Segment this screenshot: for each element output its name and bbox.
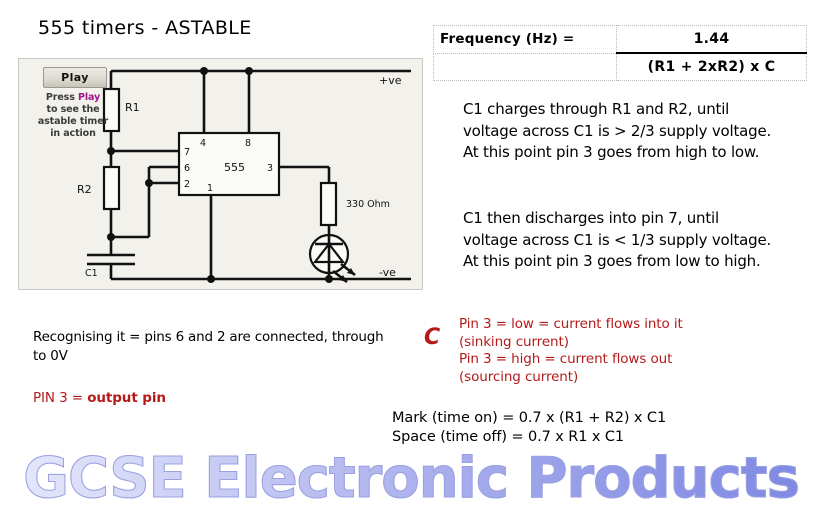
- led-resistor-label: 330 Ohm: [346, 199, 390, 210]
- circuit-simulation-panel: R1 R2 C1 330 Ohm 4 8 7 6 2 3 1 555 +ve -…: [18, 58, 423, 290]
- sim-hint-play-emphasis: Play: [77, 92, 101, 103]
- pin3-note-emphasis: output pin: [87, 390, 166, 406]
- pin3-note-prefix: PIN 3 =: [33, 390, 88, 406]
- current-direction-note: Pin 3 = low = current flows into it (sin…: [459, 316, 809, 386]
- recognising-note-line-2: to 0V: [33, 348, 68, 364]
- positive-rail-label: +ve: [379, 74, 402, 87]
- pin4-label: 4: [200, 138, 206, 149]
- formula-row-numerator: Frequency (Hz) = 1.44: [433, 25, 807, 54]
- formula-denominator: (R1 + 2xR2) x C: [616, 52, 807, 81]
- current-direction-line-1: Pin 3 = low = current flows into it: [459, 316, 683, 332]
- play-button[interactable]: Play: [43, 67, 107, 88]
- recognising-note: Recognising it = pins 6 and 2 are connec…: [33, 328, 433, 366]
- negative-rail-label: -ve: [379, 266, 396, 279]
- pin3-label: 3: [267, 163, 273, 174]
- r1-label: R1: [125, 101, 140, 114]
- capacitor-symbol-annotation: C: [424, 325, 441, 350]
- footer-wordart-title: GCSE Electronic Products: [0, 447, 822, 510]
- current-direction-line-3: Pin 3 = high = current flows out: [459, 351, 673, 367]
- sim-hint-line-2: to see the: [46, 104, 100, 115]
- page-title: 555 timers - ASTABLE: [38, 17, 252, 39]
- pin3-output-note: PIN 3 = output pin: [33, 390, 166, 406]
- current-direction-line-2: (sinking current): [459, 333, 569, 350]
- pin8-label: 8: [245, 138, 251, 149]
- pin7-label: 7: [184, 147, 190, 158]
- sim-hint-line-4: in action: [50, 128, 96, 139]
- mark-formula: Mark (time on) = 0.7 x (R1 + R2) x C1: [392, 410, 667, 426]
- recognising-note-line-1: Recognising it = pins 6 and 2 are connec…: [33, 329, 384, 345]
- space-formula: Space (time off) = 0.7 x R1 x C1: [392, 429, 625, 445]
- sim-hint-line-1: Press Play: [23, 92, 123, 103]
- formula-spacer-cell: [433, 52, 617, 81]
- c1-label: C1: [85, 268, 98, 279]
- sim-hint-prefix: Press: [45, 92, 78, 103]
- sim-hint-line-3: astable timer: [37, 116, 109, 127]
- charging-explanation: C1 charges through R1 and R2, until volt…: [463, 100, 772, 161]
- formula-numerator: 1.44: [616, 25, 807, 54]
- current-direction-line-4: (sourcing current): [459, 368, 579, 385]
- discharging-explanation: C1 then discharges into pin 7, until vol…: [463, 209, 772, 270]
- formula-row-denominator: (R1 + 2xR2) x C: [433, 52, 807, 81]
- pin1-label: 1: [207, 183, 213, 194]
- chip-label: 555: [224, 161, 245, 174]
- formula-label: Frequency (Hz) =: [433, 25, 617, 54]
- r2-label: R2: [77, 183, 92, 196]
- timing-formulas: Mark (time on) = 0.7 x (R1 + R2) x C1 Sp…: [392, 409, 812, 447]
- frequency-formula-table: Frequency (Hz) = 1.44 (R1 + 2xR2) x C: [433, 25, 807, 81]
- pin6-label: 6: [184, 163, 190, 174]
- pin2-label: 2: [184, 179, 190, 190]
